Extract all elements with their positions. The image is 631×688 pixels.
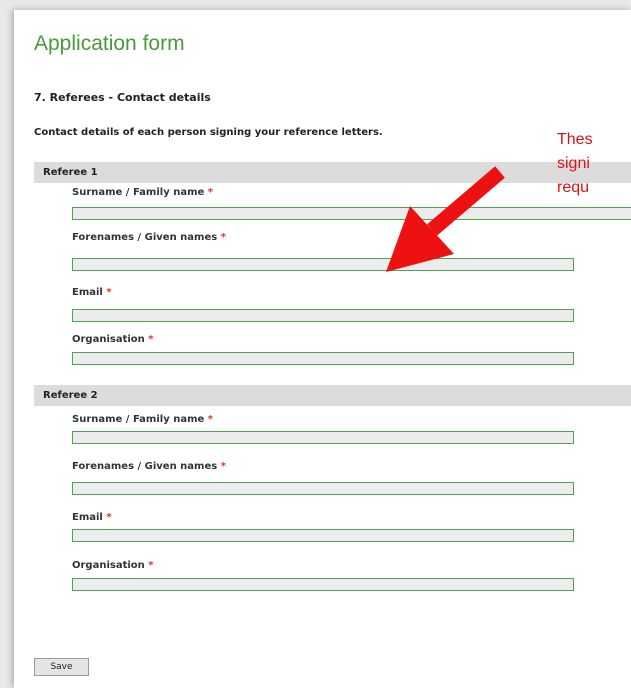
required-marker: * <box>220 461 226 472</box>
required-marker: * <box>207 414 213 425</box>
referee-2-surname-input[interactable] <box>72 431 574 444</box>
application-form-page: Application form 7. Referees - Contact d… <box>14 10 631 688</box>
red-arrow-icon <box>386 166 505 272</box>
referee-1-organisation-label: Organisation * <box>72 334 154 345</box>
referee-1-surname-input[interactable] <box>72 207 631 220</box>
referee-1-email-label: Email * <box>72 287 112 298</box>
required-marker: * <box>148 560 154 571</box>
referee-2-email-label: Email * <box>72 512 112 523</box>
required-marker: * <box>106 287 112 298</box>
referee-2-organisation-input[interactable] <box>72 578 574 591</box>
required-marker: * <box>106 512 112 523</box>
required-marker: * <box>148 334 154 345</box>
referee-2-forenames-label: Forenames / Given names * <box>72 461 226 472</box>
required-marker: * <box>207 187 213 198</box>
page-title: Application form <box>34 32 185 55</box>
referee-2-surname-label: Surname / Family name * <box>72 414 213 425</box>
referee-1-forenames-label: Forenames / Given names * <box>72 232 226 243</box>
referee-1-organisation-input[interactable] <box>72 352 574 365</box>
save-button[interactable]: Save <box>34 658 89 676</box>
referee-1-email-input[interactable] <box>72 309 574 322</box>
referee-2-email-input[interactable] <box>72 529 574 542</box>
referee-1-header: Referee 1 <box>34 162 631 183</box>
referee-2-organisation-label: Organisation * <box>72 560 154 571</box>
intro-text: Contact details of each person signing y… <box>34 127 383 138</box>
section-heading: 7. Referees - Contact details <box>34 91 211 104</box>
referee-2-forenames-input[interactable] <box>72 482 574 495</box>
referee-2-header: Referee 2 <box>34 385 631 406</box>
required-marker: * <box>220 232 226 243</box>
referee-1-surname-label: Surname / Family name * <box>72 187 213 198</box>
